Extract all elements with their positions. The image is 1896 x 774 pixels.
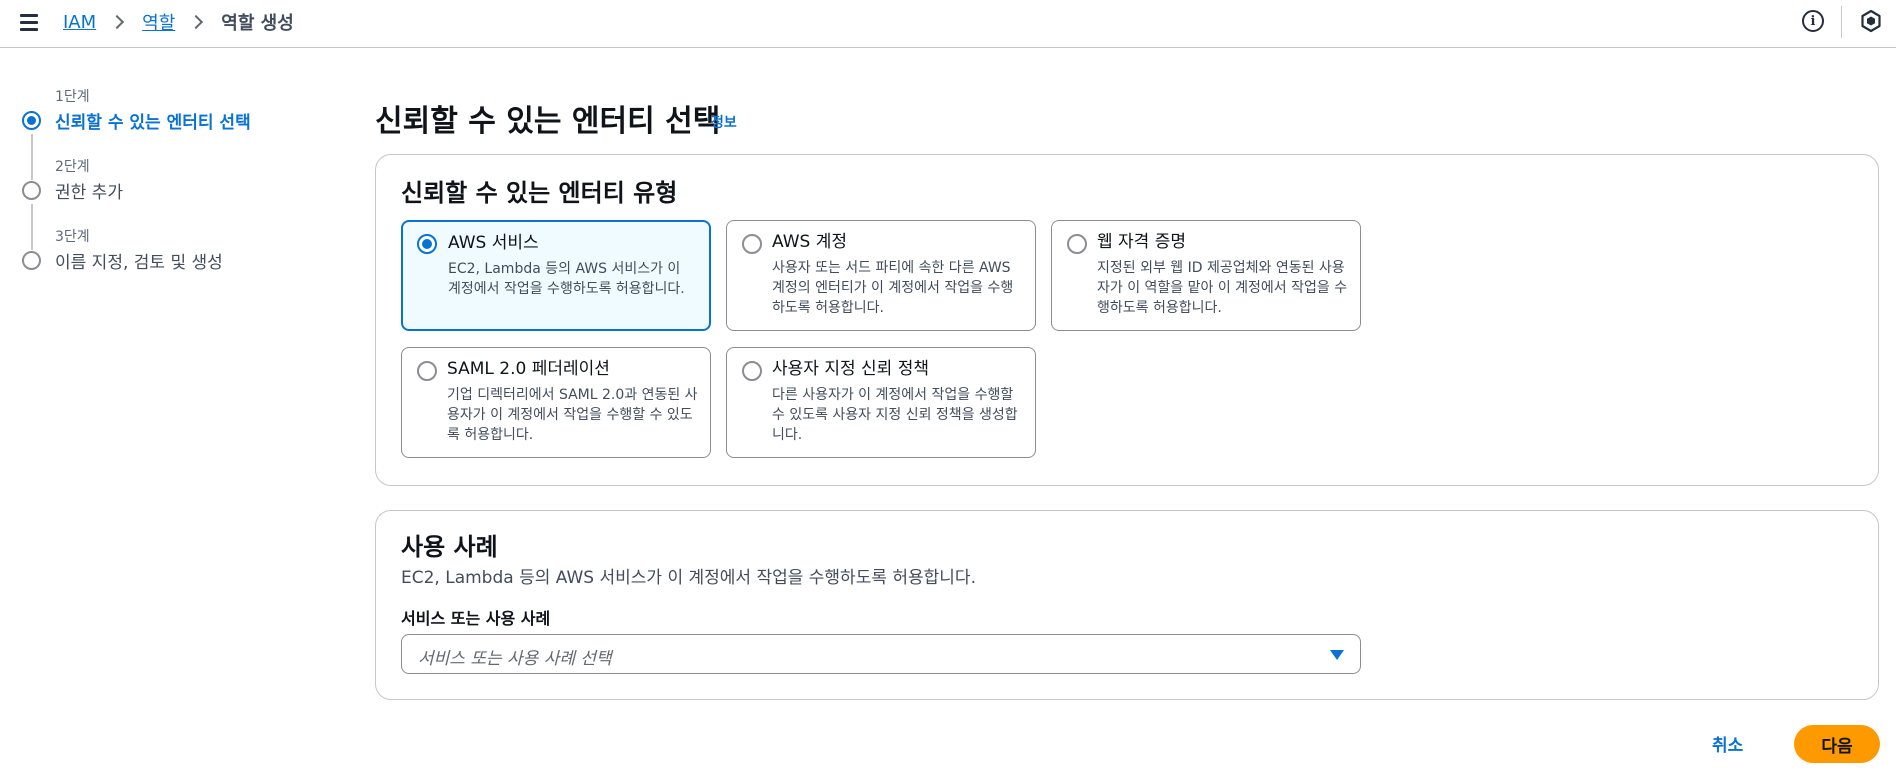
tile-custom-trust-policy[interactable]: 사용자 지정 신뢰 정책 다른 사용자가 이 계정에서 작업을 수행할 수 있도…: [726, 347, 1036, 458]
info-link[interactable]: 정보: [711, 112, 737, 132]
step-2-indicator: [22, 181, 41, 200]
step-1-number: 1단계: [55, 89, 90, 105]
tile-description: 다른 사용자가 이 계정에서 작업을 수행할 수 있도록 사용자 지정 신뢰 정…: [772, 387, 1018, 443]
step-1-indicator: [22, 111, 41, 130]
step-3-number: 3단계: [55, 229, 90, 245]
tile-title: SAML 2.0 페더레이션: [447, 359, 610, 379]
tile-web-identity[interactable]: 웹 자격 증명 지정된 외부 웹 ID 제공업체와 연동된 사용자가 이 역할을…: [1051, 220, 1361, 331]
info-circle-icon[interactable]: i: [1802, 10, 1824, 32]
chevron-right-icon: [189, 14, 204, 30]
radio-custom-trust-policy[interactable]: [742, 361, 762, 381]
tile-description: 사용자 또는 서드 파티에 속한 다른 AWS 계정의 엔터티가 이 계정에서 …: [772, 260, 1014, 316]
radio-saml-federation[interactable]: [417, 361, 437, 381]
toolbar-divider: [1841, 6, 1842, 38]
tile-title: 사용자 지정 신뢰 정책: [772, 359, 929, 379]
tile-saml-federation[interactable]: SAML 2.0 페더레이션 기업 디렉터리에서 SAML 2.0과 연동된 사…: [401, 347, 711, 458]
chevron-right-icon: [110, 14, 125, 30]
next-button[interactable]: 다음: [1794, 725, 1880, 763]
step-connector: [31, 204, 33, 250]
section-title: 신뢰할 수 있는 엔터티 유형: [401, 179, 678, 207]
breadcrumb-iam[interactable]: IAM: [63, 12, 96, 33]
step-connector: [31, 134, 33, 180]
wizard-step-1[interactable]: 신뢰할 수 있는 엔터티 선택: [55, 108, 251, 133]
radio-web-identity[interactable]: [1067, 234, 1087, 254]
caret-down-icon: [1330, 650, 1344, 660]
tile-aws-service[interactable]: AWS 서비스 EC2, Lambda 등의 AWS 서비스가 이 계정에서 작…: [401, 220, 711, 331]
radio-aws-service[interactable]: [417, 234, 437, 254]
breadcrumb-roles[interactable]: 역할: [142, 9, 175, 35]
shield-icon[interactable]: [1859, 9, 1883, 33]
tile-description: EC2, Lambda 등의 AWS 서비스가 이 계정에서 작업을 수행하도록…: [448, 261, 685, 297]
use-case-description: EC2, Lambda 등의 AWS 서비스가 이 계정에서 작업을 수행하도록…: [401, 568, 976, 588]
tile-title: AWS 계정: [772, 232, 847, 252]
top-navigation-bar: IAM 역할 역할 생성 i: [0, 0, 1896, 48]
tile-aws-account[interactable]: AWS 계정 사용자 또는 서드 파티에 속한 다른 AWS 계정의 엔터티가 …: [726, 220, 1036, 331]
breadcrumb: IAM 역할 역할 생성: [63, 9, 294, 35]
step-2-number: 2단계: [55, 159, 90, 175]
radio-aws-account[interactable]: [742, 234, 762, 254]
trusted-entity-type-container: 신뢰할 수 있는 엔터티 유형 AWS 서비스 EC2, Lambda 등의 A…: [375, 154, 1879, 486]
use-case-field-label: 서비스 또는 사용 사례: [401, 609, 551, 628]
hamburger-menu-icon[interactable]: [18, 12, 40, 32]
tile-title: 웹 자격 증명: [1097, 232, 1187, 252]
wizard-step-3: 이름 지정, 검토 및 생성: [55, 253, 223, 273]
tile-title: AWS 서비스: [448, 233, 539, 253]
step-3-indicator: [22, 251, 41, 270]
use-case-select[interactable]: 서비스 또는 사용 사례 선택: [401, 634, 1361, 674]
breadcrumb-create-role: 역할 생성: [221, 13, 294, 34]
tile-description: 지정된 외부 웹 ID 제공업체와 연동된 사용자가 이 역할을 맡아 이 계정…: [1097, 260, 1348, 316]
cancel-button[interactable]: 취소: [1712, 731, 1743, 756]
wizard-step-2: 권한 추가: [55, 183, 123, 203]
select-placeholder: 서비스 또는 사용 사례 선택: [418, 649, 612, 669]
use-case-container: 사용 사례 EC2, Lambda 등의 AWS 서비스가 이 계정에서 작업을…: [375, 510, 1879, 700]
page-title: 신뢰할 수 있는 엔터티 선택: [375, 104, 721, 139]
tile-description: 기업 디렉터리에서 SAML 2.0과 연동된 사용자가 이 계정에서 작업을 …: [447, 387, 698, 443]
section-title: 사용 사례: [401, 533, 498, 561]
